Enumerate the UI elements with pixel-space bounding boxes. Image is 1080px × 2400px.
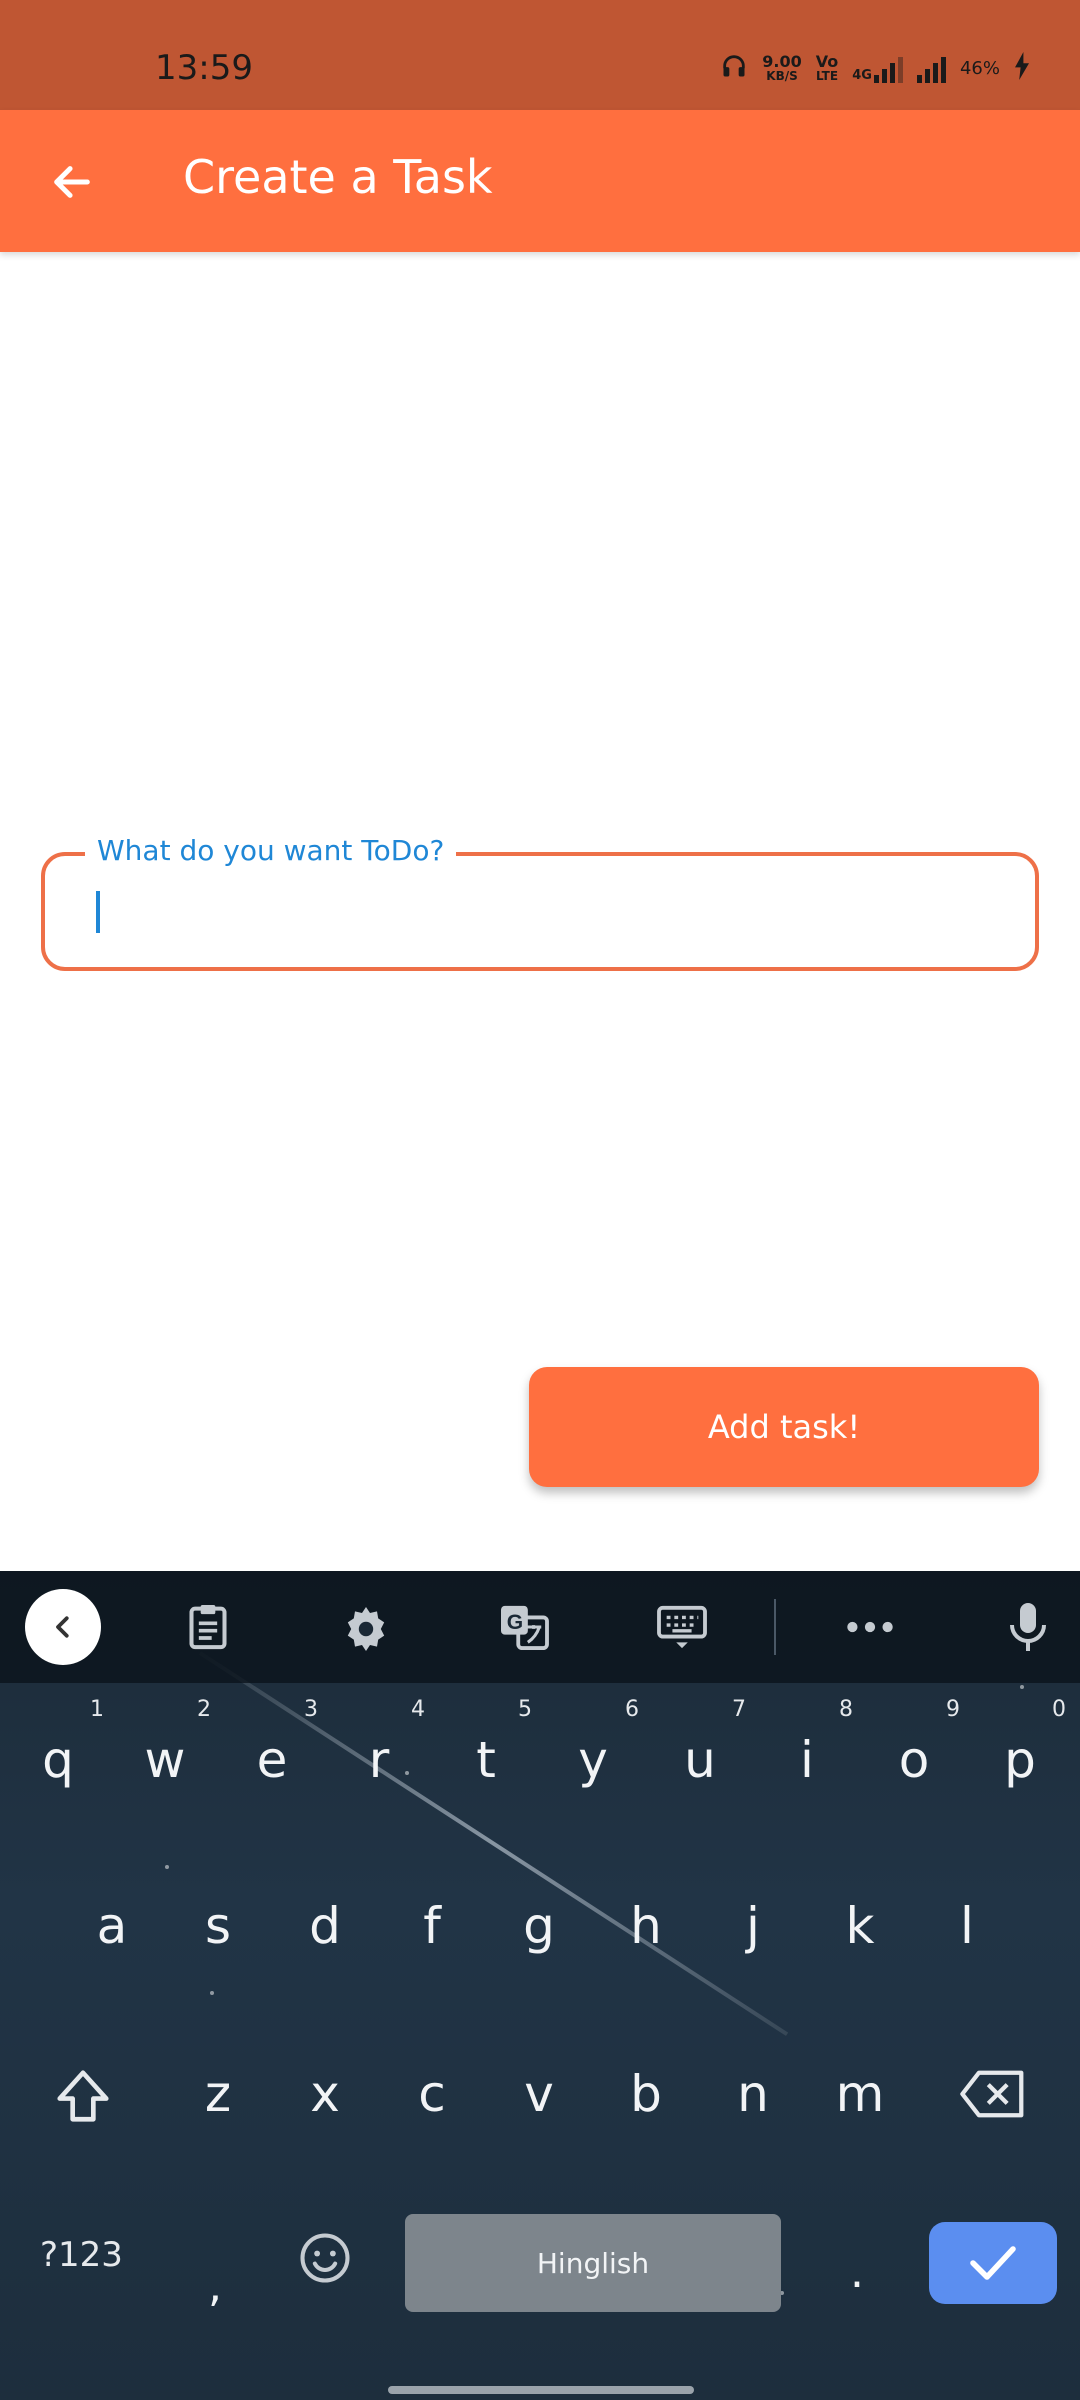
page-title: Create a Task — [183, 150, 493, 204]
key-d[interactable]: d — [275, 1897, 375, 1955]
svg-text:G: G — [507, 1611, 523, 1634]
add-task-button[interactable]: Add task! — [529, 1367, 1039, 1487]
clipboard-icon — [189, 1605, 227, 1650]
keyboard-layout-button[interactable] — [654, 1599, 710, 1655]
emoji-key[interactable] — [298, 2231, 354, 2287]
enter-key[interactable] — [929, 2222, 1057, 2304]
wallpaper-streak — [198, 1651, 789, 2036]
key-q[interactable]: 1q — [8, 1697, 108, 1789]
key-c[interactable]: c — [382, 2065, 482, 2123]
key-u[interactable]: 7u — [650, 1697, 750, 1789]
key-y[interactable]: 6y — [543, 1697, 643, 1789]
headphones-icon — [720, 52, 748, 85]
translate-button[interactable]: G — [496, 1599, 552, 1655]
comma-key[interactable]: , — [208, 2261, 222, 2312]
emoji-icon — [300, 2233, 350, 2283]
key-h[interactable]: h — [596, 1897, 696, 1955]
key-m[interactable]: m — [810, 2065, 910, 2123]
key-p[interactable]: 0p — [970, 1697, 1070, 1789]
key-g[interactable]: g — [489, 1897, 589, 1955]
key-a[interactable]: a — [62, 1897, 162, 1955]
keyboard-icon — [657, 1605, 707, 1649]
chevron-left-icon — [56, 1616, 69, 1638]
key-l[interactable]: l — [917, 1897, 1017, 1955]
key-v[interactable]: v — [489, 2065, 589, 2123]
gesture-nav-handle[interactable] — [388, 2386, 694, 2394]
key-o[interactable]: 9o — [864, 1697, 964, 1789]
backspace-key[interactable] — [960, 2067, 1030, 2127]
key-i[interactable]: 8i — [757, 1697, 857, 1789]
keyboard-toolbar: G — [0, 1571, 1080, 1683]
voice-input-button[interactable] — [1000, 1599, 1056, 1655]
task-input[interactable] — [85, 876, 985, 946]
key-k[interactable]: k — [810, 1897, 910, 1955]
signal-bars-icon — [873, 55, 903, 83]
task-field-label: What do you want ToDo? — [85, 834, 457, 867]
text-cursor — [96, 891, 100, 933]
network-speed: 9.00 KB/S — [762, 51, 802, 83]
volte-indicator: Vo LTE — [815, 51, 839, 83]
key-e[interactable]: 3e — [222, 1697, 322, 1789]
soft-keyboard: G 1q 2w 3e 4r 5t 6y 7u 8i 9o 0p a s d f … — [0, 1571, 1080, 2400]
check-icon — [970, 2246, 1016, 2280]
status-time: 13:59 — [155, 48, 253, 88]
key-z[interactable]: z — [168, 2065, 268, 2123]
more-icon — [847, 1621, 893, 1633]
task-field[interactable]: What do you want ToDo? — [41, 834, 1039, 971]
key-b[interactable]: b — [596, 2065, 696, 2123]
period-key[interactable]: . — [850, 2247, 864, 2298]
settings-button[interactable] — [338, 1599, 394, 1655]
key-f[interactable]: f — [382, 1897, 482, 1955]
wallpaper-star — [210, 1991, 214, 1995]
wallpaper-star — [165, 1865, 169, 1869]
status-icons: 9.00 KB/S Vo LTE 4G 46% — [720, 52, 1030, 85]
battery-percent: 46% — [959, 58, 1000, 79]
key-x[interactable]: x — [275, 2065, 375, 2123]
app-bar: Create a Task — [0, 110, 1080, 252]
key-n[interactable]: n — [703, 2065, 803, 2123]
symbols-key[interactable]: ?123 — [40, 2235, 123, 2275]
key-s[interactable]: s — [168, 1897, 268, 1955]
back-button[interactable] — [40, 150, 104, 214]
translate-icon: G — [501, 1605, 549, 1650]
key-r[interactable]: 4r — [329, 1697, 429, 1789]
charging-icon — [1014, 52, 1030, 85]
shift-key[interactable] — [50, 2065, 120, 2135]
gear-icon — [347, 1607, 385, 1651]
arrow-left-icon — [54, 166, 90, 198]
collapse-toolbar-button[interactable] — [25, 1589, 101, 1665]
shift-icon — [57, 2070, 109, 2122]
signal-bars-icon-2 — [916, 55, 946, 83]
key-w[interactable]: 2w — [115, 1697, 215, 1789]
wallpaper-star — [1020, 1685, 1024, 1689]
key-j[interactable]: j — [703, 1897, 803, 1955]
microphone-icon — [1010, 1603, 1046, 1651]
space-key[interactable]: Hinglish — [405, 2214, 781, 2312]
status-bar: 13:59 9.00 KB/S Vo LTE 4G 46% — [0, 0, 1080, 110]
backspace-icon — [960, 2070, 1024, 2118]
clipboard-button[interactable] — [180, 1599, 236, 1655]
toolbar-divider — [774, 1599, 776, 1655]
key-t[interactable]: 5t — [436, 1697, 536, 1789]
signal-4g: 4G — [852, 55, 903, 83]
more-button[interactable] — [842, 1599, 898, 1655]
